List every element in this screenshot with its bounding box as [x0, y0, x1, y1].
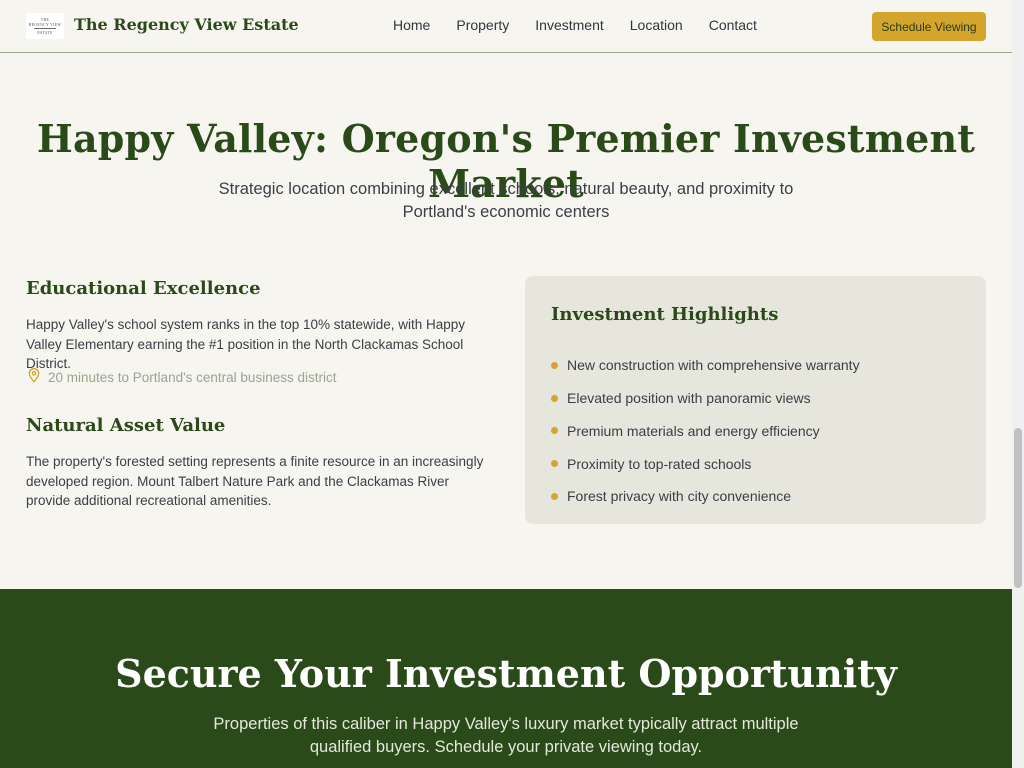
highlights-list: New construction with comprehensive warr…: [551, 349, 860, 513]
bullet-icon: [551, 492, 558, 500]
nav-location[interactable]: Location: [630, 17, 683, 33]
list-item-text: Forest privacy with city convenience: [567, 488, 792, 505]
main-nav: Home Property Investment Location Contac…: [393, 17, 783, 33]
bullet-icon: [551, 427, 558, 435]
cta-section: Secure Your Investment Opportunity Prope…: [0, 589, 1012, 768]
logo-divider: [34, 28, 56, 29]
cta-subtitle: Properties of this caliber in Happy Vall…: [213, 715, 799, 756]
nature-heading: Natural Asset Value: [26, 415, 226, 436]
investment-highlights-card: Investment Highlights New construction w…: [525, 276, 986, 524]
list-item: Elevated position with panoramic views: [551, 382, 860, 415]
nav-investment[interactable]: Investment: [535, 17, 603, 33]
logo-text-bottom: ESTATE: [37, 30, 53, 35]
logo-text-main: REGENCY VIEW: [28, 22, 62, 27]
bullet-icon: [551, 361, 558, 369]
cta-title: Secure Your Investment Opportunity: [115, 651, 897, 696]
map-pin-icon: [26, 367, 48, 388]
list-item: New construction with comprehensive warr…: [551, 349, 860, 382]
bullet-icon: [551, 460, 558, 468]
list-item: Proximity to top-rated schools: [551, 447, 860, 480]
commute-text: 20 minutes to Portland's central busines…: [48, 370, 337, 385]
list-item-text: Elevated position with panoramic views: [567, 390, 811, 407]
nav-contact[interactable]: Contact: [709, 17, 757, 33]
page-subtitle: Strategic location combining excellent s…: [218, 180, 794, 221]
site-header: THE REGENCY VIEW ESTATE The Regency View…: [0, 0, 1012, 53]
education-heading: Educational Excellence: [26, 278, 261, 299]
list-item: Premium materials and energy efficiency: [551, 415, 860, 448]
scrollbar-thumb[interactable]: [1014, 428, 1022, 588]
logo[interactable]: THE REGENCY VIEW ESTATE: [26, 13, 64, 39]
nav-property[interactable]: Property: [456, 17, 509, 33]
scrollbar-track[interactable]: [1012, 0, 1024, 768]
list-item-text: Proximity to top-rated schools: [567, 455, 752, 472]
schedule-viewing-button[interactable]: Schedule Viewing: [872, 12, 986, 41]
list-item-text: Premium materials and energy efficiency: [567, 422, 820, 439]
nav-home[interactable]: Home: [393, 17, 430, 33]
nature-body: The property's forested setting represen…: [26, 454, 484, 508]
commute-note: 20 minutes to Portland's central busines…: [26, 367, 336, 388]
list-item: Forest privacy with city convenience: [551, 480, 860, 513]
bullet-icon: [551, 394, 558, 402]
list-item-text: New construction with comprehensive warr…: [567, 357, 860, 374]
highlights-title: Investment Highlights: [551, 304, 779, 325]
education-body: Happy Valley's school system ranks in th…: [26, 317, 466, 371]
brand-name[interactable]: The Regency View Estate: [74, 15, 299, 34]
